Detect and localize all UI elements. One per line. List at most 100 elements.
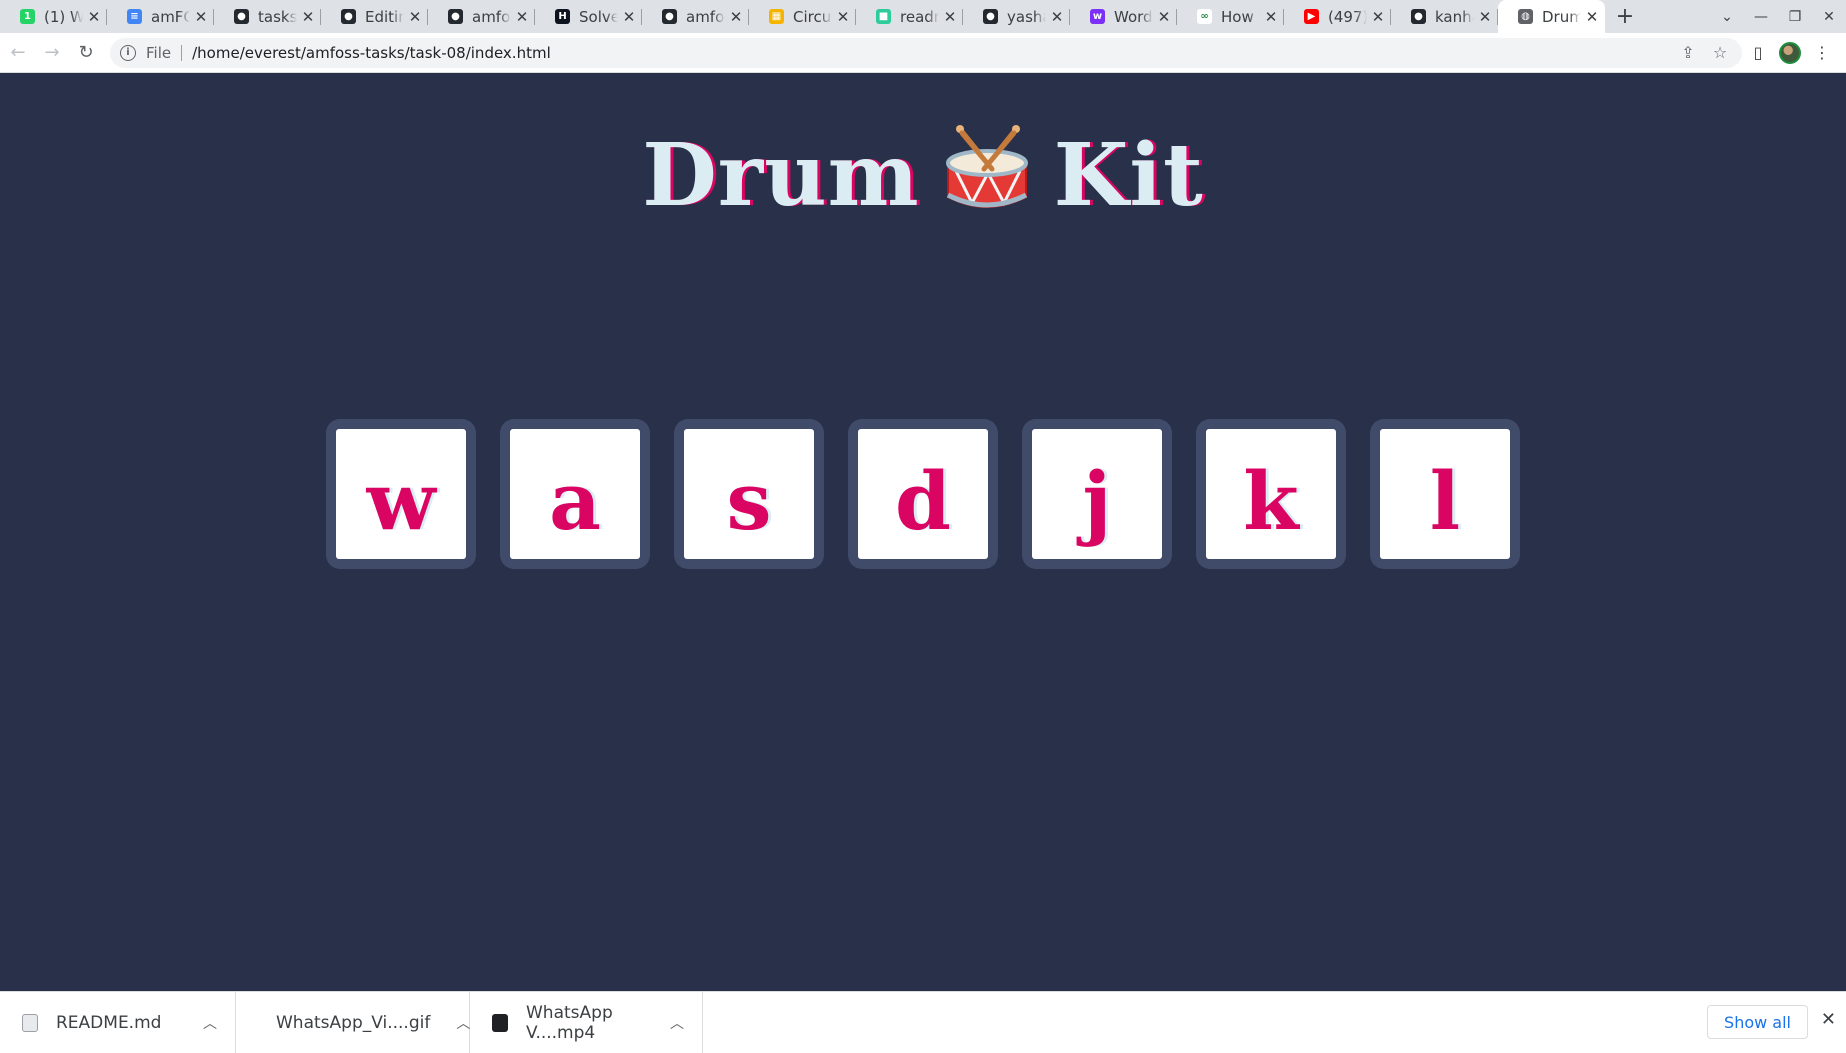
avatar <box>1779 41 1801 64</box>
share-icon[interactable]: ⇪ <box>1672 43 1704 62</box>
drum-key-a[interactable]: a <box>500 419 650 569</box>
tab-title: kanha <box>1435 7 1474 26</box>
tab-title: Circuit <box>793 7 832 26</box>
tab-title: tasks/ <box>258 7 297 26</box>
profile-avatar[interactable] <box>1774 37 1806 69</box>
tab-title: (497) L <box>1328 7 1367 26</box>
browser-tab[interactable]: ▶ (497) L✕ <box>1284 0 1391 33</box>
side-panel-icon[interactable]: ▯ <box>1742 37 1774 69</box>
github-icon: ● <box>448 9 463 24</box>
docs-icon: ≡ <box>127 9 142 24</box>
drum-set: w a s d j k l <box>326 419 1520 569</box>
browser-tab[interactable]: ● Editin ✕ <box>321 0 428 33</box>
chevron-up-icon[interactable]: ︿ <box>203 1013 217 1033</box>
minimize-icon[interactable]: — <box>1744 9 1778 25</box>
drum-kit-page: Drum Kit w a s d j k l <box>0 73 1846 991</box>
browser-tab[interactable]: w Wordt✕ <box>1070 0 1177 33</box>
drum-key-label: k <box>1206 429 1336 559</box>
browser-tab[interactable]: ▦ Circuit✕ <box>749 0 856 33</box>
tab-close-icon[interactable]: ✕ <box>515 8 529 26</box>
browser-tab[interactable]: ≡ amFO ✕ <box>107 0 214 33</box>
tab-close-icon[interactable]: ✕ <box>1157 8 1171 26</box>
browser-tab[interactable]: ◍ Drum ✕ <box>1498 0 1605 33</box>
chevron-up-icon[interactable]: ︿ <box>456 1013 470 1033</box>
tab-title: amfos <box>686 7 725 26</box>
close-shelf-icon[interactable]: ✕ <box>1821 1009 1836 1030</box>
browser-toolbar: ← → ↻ i File /home/everest/amfoss-tasks/… <box>0 33 1846 73</box>
tab-close-icon[interactable]: ✕ <box>1585 8 1599 26</box>
tab-title: Wordt <box>1114 7 1153 26</box>
download-item[interactable]: WhatsApp V....mp4 ︿ <box>470 991 703 1053</box>
drum-key-d[interactable]: d <box>848 419 998 569</box>
download-item[interactable]: WhatsApp_Vi....gif ︿ <box>236 991 470 1053</box>
download-item[interactable]: README.md ︿ <box>0 991 236 1053</box>
browser-tab[interactable]: ■ readm✕ <box>856 0 963 33</box>
site-info-icon[interactable]: i <box>120 44 136 61</box>
drum-key-k[interactable]: k <box>1196 419 1346 569</box>
tab-close-icon[interactable]: ✕ <box>836 8 850 26</box>
tab-title: (1) Wh <box>44 7 83 26</box>
drum-key-s[interactable]: s <box>674 419 824 569</box>
drum-key-label: l <box>1380 429 1510 559</box>
address-divider <box>181 44 183 61</box>
tab-title: amfos <box>472 7 511 26</box>
tab-close-icon[interactable]: ✕ <box>1371 8 1385 26</box>
readme-icon: ■ <box>876 9 891 24</box>
github-icon: ● <box>983 9 998 24</box>
window-controls: ⌄ — ❐ ✕ <box>1710 0 1846 33</box>
address-bar[interactable]: i File /home/everest/amfoss-tasks/task-0… <box>110 37 1742 68</box>
tab-title: amFO <box>151 7 190 26</box>
hackerrank-icon: H <box>555 9 570 24</box>
github-icon: ● <box>234 9 249 24</box>
link-icon: ∞ <box>1197 9 1212 24</box>
whatsapp-icon: 1 <box>20 9 35 24</box>
tab-search-icon[interactable]: ⌄ <box>1710 9 1744 25</box>
drum-key-w[interactable]: w <box>326 419 476 569</box>
drum-key-label: d <box>858 429 988 559</box>
drum-key-l[interactable]: l <box>1370 419 1520 569</box>
back-icon[interactable]: ← <box>2 37 34 69</box>
reload-icon[interactable]: ↻ <box>70 37 102 69</box>
file-icon <box>22 1013 38 1032</box>
tab-close-icon[interactable]: ✕ <box>1050 8 1064 26</box>
drum-key-label: s <box>684 429 814 559</box>
drum-key-j[interactable]: j <box>1022 419 1172 569</box>
tab-close-icon[interactable]: ✕ <box>87 8 101 26</box>
download-name: WhatsApp_Vi....gif <box>276 1012 431 1033</box>
forward-icon[interactable]: → <box>36 37 68 69</box>
tab-close-icon[interactable]: ✕ <box>301 8 315 26</box>
circuit-icon: ▦ <box>769 9 784 24</box>
close-window-icon[interactable]: ✕ <box>1812 9 1846 25</box>
browser-tab[interactable]: ∞ How t✕ <box>1177 0 1284 33</box>
browser-tab[interactable]: ● yashar✕ <box>963 0 1070 33</box>
wordtune-icon: w <box>1090 9 1105 24</box>
video-file-icon <box>492 1013 508 1032</box>
new-tab-button[interactable]: + <box>1605 0 1645 33</box>
github-icon: ● <box>1411 9 1426 24</box>
tab-title: How t <box>1221 7 1260 26</box>
download-name: WhatsApp V....mp4 <box>526 1002 613 1043</box>
tab-close-icon[interactable]: ✕ <box>408 8 422 26</box>
github-icon: ● <box>662 9 677 24</box>
browser-tab[interactable]: ● amfos✕ <box>642 0 749 33</box>
chevron-up-icon[interactable]: ︿ <box>670 1013 684 1033</box>
tab-close-icon[interactable]: ✕ <box>729 8 743 26</box>
browser-tab[interactable]: H Solve a✕ <box>535 0 642 33</box>
tab-close-icon[interactable]: ✕ <box>622 8 636 26</box>
tab-close-icon[interactable]: ✕ <box>194 8 208 26</box>
tab-close-icon[interactable]: ✕ <box>1478 8 1492 26</box>
address-actions: ⇪ ☆ <box>1672 43 1736 62</box>
address-url[interactable]: /home/everest/amfoss-tasks/task-08/index… <box>192 44 551 62</box>
menu-kebab-icon[interactable]: ⋮ <box>1806 37 1838 69</box>
restore-icon[interactable]: ❐ <box>1778 9 1812 25</box>
github-icon: ● <box>341 9 356 24</box>
tab-close-icon[interactable]: ✕ <box>943 8 957 26</box>
browser-tab[interactable]: ● amfos✕ <box>428 0 535 33</box>
show-all-button[interactable]: Show all <box>1707 1005 1808 1039</box>
bookmark-star-icon[interactable]: ☆ <box>1704 43 1736 62</box>
youtube-icon: ▶ <box>1304 9 1319 24</box>
browser-tab[interactable]: ● tasks/✕ <box>214 0 321 33</box>
browser-tab[interactable]: ● kanha✕ <box>1391 0 1498 33</box>
browser-tab[interactable]: 1 (1) Wh✕ <box>0 0 107 33</box>
tab-close-icon[interactable]: ✕ <box>1264 8 1278 26</box>
